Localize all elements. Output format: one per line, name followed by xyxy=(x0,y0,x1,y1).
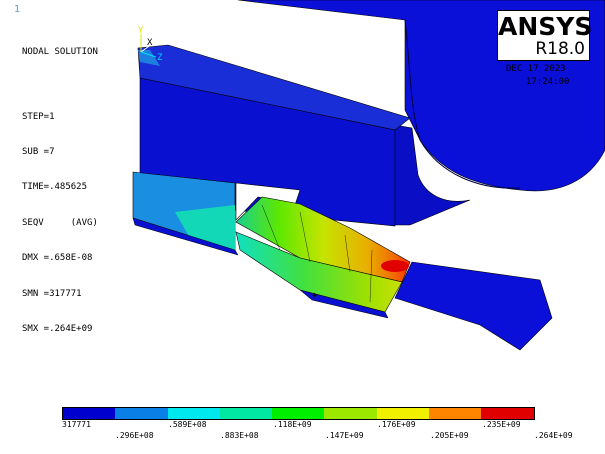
logo-version: R18.0 xyxy=(535,39,585,59)
legend-band-8 xyxy=(429,408,482,419)
legend-label-5: .118E+09 xyxy=(273,420,312,429)
date-stamp: DEC 17 2023 xyxy=(506,64,566,74)
ansys-logo: ANSYS R18.0 xyxy=(497,10,593,61)
legend-band-5 xyxy=(272,408,325,419)
max-stress-hotspot xyxy=(381,260,409,272)
legend-color-bar xyxy=(62,407,535,420)
legend-band-7 xyxy=(376,408,430,419)
legend-band-3 xyxy=(167,408,220,419)
legend-label-1: 317771 xyxy=(62,420,91,429)
legend-band-6 xyxy=(324,408,377,419)
time-stamp: 17:24:00 xyxy=(526,77,570,87)
legend-band-9 xyxy=(481,408,534,419)
legend-band-2 xyxy=(115,408,168,419)
legend-label-3: .589E+08 xyxy=(168,420,207,429)
triad-y-label: Y xyxy=(138,26,144,36)
node-marker: + xyxy=(312,291,318,301)
contour-legend xyxy=(62,407,535,420)
logo-name: ANSYS xyxy=(498,12,593,41)
triad-z-label: Z xyxy=(157,53,163,63)
legend-label-4: .883E+08 xyxy=(220,431,259,440)
legend-label-7: .176E+09 xyxy=(377,420,416,429)
legend-band-4 xyxy=(219,408,273,419)
legend-label-6: .147E+09 xyxy=(325,431,364,440)
right-plate xyxy=(394,261,553,351)
legend-label-2: .296E+08 xyxy=(115,431,154,440)
triad-x-label: X xyxy=(147,38,153,48)
legend-band-1 xyxy=(63,408,116,419)
legend-label-10: .264E+09 xyxy=(534,431,573,440)
legend-label-9: .235E+09 xyxy=(482,420,521,429)
legend-label-8: .205E+09 xyxy=(430,431,469,440)
